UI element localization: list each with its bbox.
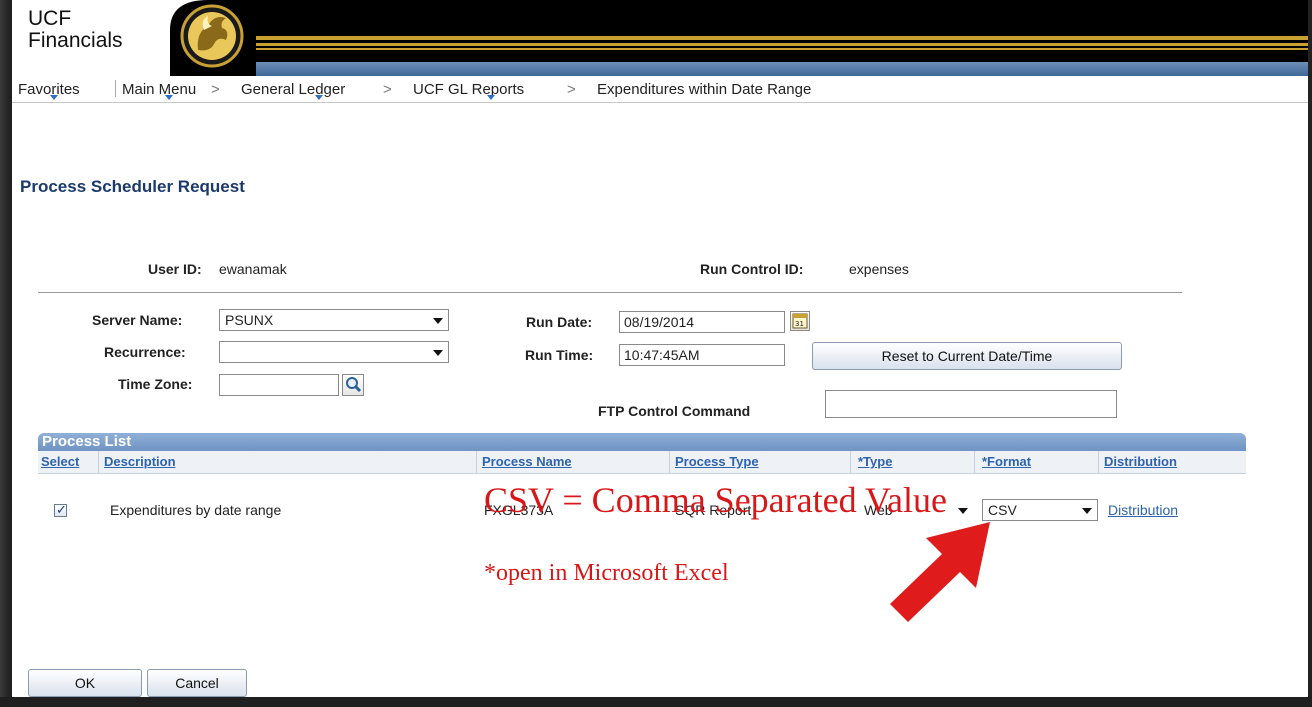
window-frame-bottom bbox=[0, 697, 1312, 707]
column-header-format[interactable]: *Format bbox=[982, 454, 1031, 469]
column-separator bbox=[669, 451, 670, 473]
column-header-type[interactable]: *Type bbox=[858, 454, 892, 469]
run-control-id-value: expenses bbox=[849, 261, 909, 277]
process-list-column-headers: Select Description Process Name Process … bbox=[38, 451, 1246, 474]
run-time-label: Run Time: bbox=[525, 347, 594, 363]
ftp-control-command-input[interactable] bbox=[825, 390, 1117, 418]
server-name-value: PSUNX bbox=[225, 312, 274, 328]
column-header-process-type[interactable]: Process Type bbox=[675, 454, 759, 469]
column-separator bbox=[476, 451, 477, 473]
calendar-icon: 31 bbox=[792, 313, 808, 329]
header-banner bbox=[242, 0, 1308, 62]
breadcrumb-separator: > bbox=[567, 81, 576, 98]
run-date-value: 08/19/2014 bbox=[624, 314, 695, 330]
column-separator bbox=[850, 451, 851, 473]
row-description: Expenditures by date range bbox=[110, 502, 282, 518]
breadcrumb-separator: > bbox=[383, 81, 392, 98]
column-header-distribution[interactable]: Distribution bbox=[1104, 454, 1177, 469]
column-separator bbox=[1098, 451, 1099, 473]
select-checkbox[interactable]: ✓ bbox=[54, 502, 67, 517]
annotation-subtitle: *open in Microsoft Excel bbox=[484, 560, 729, 586]
nav-main-menu[interactable]: Main Menu bbox=[122, 81, 196, 98]
time-zone-input[interactable] bbox=[219, 374, 339, 396]
nav-current-page: Expenditures within Date Range bbox=[597, 81, 812, 98]
magnifier-icon bbox=[346, 377, 362, 393]
server-name-select[interactable]: PSUNX bbox=[219, 309, 449, 331]
app-header: UCF Financials bbox=[12, 0, 1308, 76]
header-blue-band bbox=[242, 62, 1308, 76]
calendar-button[interactable]: 31 bbox=[790, 311, 810, 331]
pegasus-logo-icon bbox=[170, 0, 256, 76]
ucf-gl-reports-dropdown-icon[interactable] bbox=[487, 95, 495, 100]
time-zone-lookup-button[interactable] bbox=[342, 374, 364, 396]
window-frame-left bbox=[0, 0, 12, 707]
general-ledger-dropdown-icon[interactable] bbox=[315, 95, 323, 100]
divider bbox=[38, 292, 1182, 293]
user-id-label: User ID: bbox=[148, 261, 202, 277]
page-title: Process Scheduler Request bbox=[20, 177, 245, 196]
breadcrumb-separator: > bbox=[211, 81, 220, 98]
main-menu-dropdown-icon[interactable] bbox=[165, 95, 173, 100]
window-frame-right bbox=[1308, 0, 1312, 707]
run-date-input[interactable]: 08/19/2014 bbox=[619, 311, 785, 333]
user-id-value: ewanamak bbox=[219, 261, 287, 277]
app-logo-text: UCF Financials bbox=[28, 8, 123, 52]
red-arrow-icon bbox=[890, 522, 990, 622]
server-name-label: Server Name: bbox=[92, 312, 183, 328]
breadcrumb: Favorites Main Menu > General Ledger > U… bbox=[12, 76, 1308, 103]
recurrence-label: Recurrence: bbox=[104, 344, 186, 360]
ok-button[interactable]: OK bbox=[28, 669, 142, 697]
favorites-dropdown-icon[interactable] bbox=[50, 95, 58, 100]
recurrence-select[interactable] bbox=[219, 341, 449, 363]
process-list-title: Process List bbox=[42, 433, 132, 450]
nav-ucf-gl-reports[interactable]: UCF GL Reports bbox=[413, 81, 524, 98]
checkmark-icon: ✓ bbox=[56, 502, 67, 517]
run-control-id-label: Run Control ID: bbox=[700, 261, 804, 277]
nav-general-ledger[interactable]: General Ledger bbox=[241, 81, 345, 98]
time-zone-label: Time Zone: bbox=[118, 376, 193, 392]
nav-divider bbox=[115, 80, 116, 97]
run-time-input[interactable]: 10:47:45AM bbox=[619, 344, 785, 366]
annotation-title: CSV = Comma Separated Value bbox=[484, 480, 947, 520]
main-content: Process Scheduler Request User ID: ewana… bbox=[12, 103, 1308, 697]
chevron-down-icon bbox=[1082, 508, 1092, 514]
distribution-link[interactable]: Distribution bbox=[1108, 502, 1178, 518]
column-separator bbox=[974, 451, 975, 473]
chevron-down-icon bbox=[958, 508, 968, 514]
chevron-down-icon bbox=[433, 350, 443, 356]
column-header-description[interactable]: Description bbox=[104, 454, 176, 469]
column-header-process-name[interactable]: Process Name bbox=[482, 454, 572, 469]
run-time-value: 10:47:45AM bbox=[624, 347, 700, 363]
cancel-button[interactable]: Cancel bbox=[147, 669, 247, 697]
logo-line-2: Financials bbox=[28, 29, 123, 52]
svg-text:31: 31 bbox=[795, 320, 804, 328]
reset-to-current-date-time-button[interactable]: Reset to Current Date/Time bbox=[812, 342, 1122, 370]
nav-favorites[interactable]: Favorites bbox=[18, 81, 80, 98]
run-date-label: Run Date: bbox=[526, 314, 593, 330]
process-list-header: Process List bbox=[38, 433, 1246, 451]
ftp-control-command-label: FTP Control Command bbox=[598, 403, 751, 419]
column-separator bbox=[98, 451, 99, 473]
logo-line-1: UCF bbox=[28, 7, 72, 30]
column-header-select[interactable]: Select bbox=[41, 454, 79, 469]
chevron-down-icon bbox=[433, 318, 443, 324]
